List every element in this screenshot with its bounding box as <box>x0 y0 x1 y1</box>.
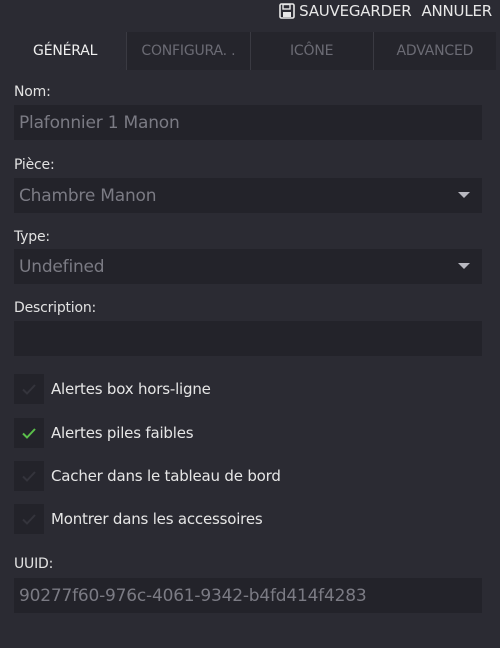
cancel-button[interactable]: ANNULER <box>421 2 492 20</box>
name-label: Nom: <box>14 84 51 100</box>
check-icon <box>22 384 36 395</box>
checkbox-row-show-accessories: Montrer dans les accessoires <box>14 504 263 534</box>
tab-advanced[interactable]: ADVANCED <box>373 32 496 70</box>
caret-down-icon <box>458 192 470 198</box>
device-settings-panel: SAUVEGARDER ANNULER GÉNÉRAL CONFIGURA. .… <box>0 0 500 648</box>
uuid-field[interactable]: 90277f60-976c-4061-9342-b4fd414f4283 <box>14 578 482 613</box>
tab-icon-label: ICÔNE <box>290 43 334 59</box>
tab-advanced-label: ADVANCED <box>396 43 474 59</box>
check-icon <box>22 514 36 525</box>
action-bar: SAUVEGARDER ANNULER <box>279 0 492 22</box>
floppy-disk-icon <box>279 3 295 19</box>
low-battery-alerts-checkbox[interactable] <box>14 418 44 448</box>
save-button[interactable]: SAUVEGARDER <box>279 2 412 20</box>
room-value: Chambre Manon <box>19 185 157 206</box>
checkbox-row-low-battery-alerts: Alertes piles faibles <box>14 418 194 448</box>
show-accessories-label: Montrer dans les accessoires <box>51 510 263 528</box>
checkbox-row-offline-alerts: Alertes box hors-ligne <box>14 374 211 404</box>
name-input[interactable]: Plafonnier 1 Manon <box>14 105 482 140</box>
tab-configuration-label: CONFIGURA. . <box>141 43 236 59</box>
save-label: SAUVEGARDER <box>299 2 412 20</box>
offline-alerts-label: Alertes box hors-ligne <box>51 380 211 398</box>
uuid-label: UUID: <box>14 556 54 572</box>
tab-general[interactable]: GÉNÉRAL <box>4 32 128 70</box>
tab-icon[interactable]: ICÔNE <box>250 32 374 70</box>
name-value: Plafonnier 1 Manon <box>19 112 180 133</box>
tab-bar: GÉNÉRAL CONFIGURA. . ICÔNE ADVANCED <box>4 32 496 70</box>
low-battery-alerts-label: Alertes piles faibles <box>51 424 194 442</box>
tab-general-label: GÉNÉRAL <box>33 43 98 59</box>
description-input[interactable] <box>14 321 482 356</box>
check-icon <box>22 428 36 439</box>
cancel-label: ANNULER <box>421 2 492 20</box>
show-accessories-checkbox[interactable] <box>14 504 44 534</box>
tab-configuration[interactable]: CONFIGURA. . <box>127 32 251 70</box>
hide-dashboard-label: Cacher dans le tableau de bord <box>51 467 281 485</box>
checkbox-row-hide-dashboard: Cacher dans le tableau de bord <box>14 461 281 491</box>
offline-alerts-checkbox[interactable] <box>14 374 44 404</box>
check-icon <box>22 471 36 482</box>
caret-down-icon <box>458 263 470 269</box>
room-select[interactable]: Chambre Manon <box>14 178 482 213</box>
uuid-value: 90277f60-976c-4061-9342-b4fd414f4283 <box>19 585 367 606</box>
type-select[interactable]: Undefined <box>14 249 482 284</box>
type-label: Type: <box>14 229 50 245</box>
room-label: Pièce: <box>14 157 55 173</box>
description-label: Description: <box>14 300 97 316</box>
hide-dashboard-checkbox[interactable] <box>14 461 44 491</box>
type-value: Undefined <box>19 256 105 277</box>
